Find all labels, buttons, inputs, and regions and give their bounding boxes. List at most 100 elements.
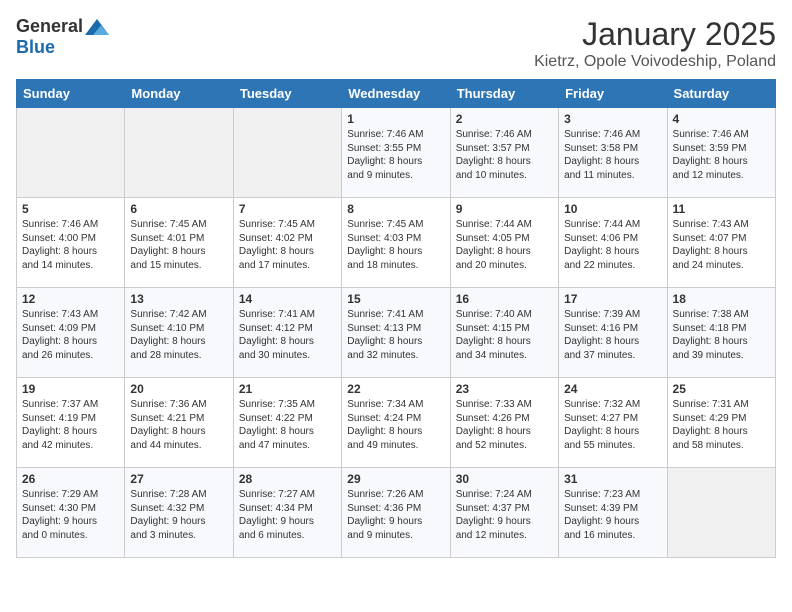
calendar-cell: 8Sunrise: 7:45 AM Sunset: 4:03 PM Daylig… [342,198,450,288]
calendar-cell: 18 Sunrise: 7:38 AM Sunset: 4:18 PM Dayli… [667,288,775,378]
day-number: 11 [673,202,770,216]
day-number: 24 [564,382,661,396]
day-number: 19 [22,382,119,396]
day-number: 21 [239,382,336,396]
location-title: Kietrz, Opole Voivodeship, Poland [534,53,776,71]
cell-content: Sunrise: 7:31 AM Sunset: 4:29 PM Dayligh… [673,398,770,452]
week-row-3: 12 Sunrise: 7:43 AM Sunset: 4:09 PM Dayli… [17,288,776,378]
cell-content: Sunrise: 7:32 AM Sunset: 4:27 PM Dayligh… [564,398,661,452]
day-number: 10 [564,202,661,216]
calendar-cell: 12 Sunrise: 7:43 AM Sunset: 4:09 PM Dayli… [17,288,125,378]
calendar-cell: 30Sunrise: 7:24 AM Sunset: 4:37 PM Dayli… [450,468,558,558]
calendar-cell: 24 Sunrise: 7:32 AM Sunset: 4:27 PM Dayli… [559,378,667,468]
calendar-cell: 29 Sunrise: 7:26 AM Sunset: 4:36 PM Dayli… [342,468,450,558]
cell-content: Sunrise: 7:36 AM Sunset: 4:21 PM Dayligh… [130,398,227,452]
calendar-cell [125,108,233,198]
calendar-cell [17,108,125,198]
cell-content: Sunrise: 7:43 AM Sunset: 4:07 PM Dayligh… [673,218,770,272]
logo-blue: Blue [16,37,55,58]
calendar-cell: 4Sunrise: 7:46 AM Sunset: 3:59 PM Daylig… [667,108,775,198]
day-number: 14 [239,292,336,306]
cell-content: Sunrise: 7:45 AM Sunset: 4:01 PM Dayligh… [130,218,227,272]
header-day-tuesday: Tuesday [233,80,341,108]
cell-content: Sunrise: 7:46 AM Sunset: 4:00 PM Dayligh… [22,218,119,272]
calendar-cell: 6 Sunrise: 7:45 AM Sunset: 4:01 PM Daylig… [125,198,233,288]
cell-content: Sunrise: 7:46 AM Sunset: 3:57 PM Dayligh… [456,128,553,182]
calendar-cell: 9 Sunrise: 7:44 AM Sunset: 4:05 PM Daylig… [450,198,558,288]
cell-content: Sunrise: 7:42 AM Sunset: 4:10 PM Dayligh… [130,308,227,362]
calendar-cell: 3 Sunrise: 7:46 AM Sunset: 3:58 PM Daylig… [559,108,667,198]
calendar-cell [233,108,341,198]
day-number: 16 [456,292,553,306]
cell-content: Sunrise: 7:46 AM Sunset: 3:59 PM Dayligh… [673,128,770,182]
cell-content: Sunrise: 7:46 AM Sunset: 3:55 PM Dayligh… [347,128,444,182]
calendar-cell: 22Sunrise: 7:34 AM Sunset: 4:24 PM Dayli… [342,378,450,468]
day-number: 12 [22,292,119,306]
cell-content: Sunrise: 7:45 AM Sunset: 4:03 PM Dayligh… [347,218,444,272]
calendar-cell: 7 Sunrise: 7:45 AM Sunset: 4:02 PM Daylig… [233,198,341,288]
calendar-cell: 16 Sunrise: 7:40 AM Sunset: 4:15 PM Dayli… [450,288,558,378]
header-day-thursday: Thursday [450,80,558,108]
calendar-cell: 25 Sunrise: 7:31 AM Sunset: 4:29 PM Dayli… [667,378,775,468]
day-number: 2 [456,112,553,126]
day-number: 30 [456,472,553,486]
cell-content: Sunrise: 7:33 AM Sunset: 4:26 PM Dayligh… [456,398,553,452]
day-number: 9 [456,202,553,216]
calendar-cell: 20 Sunrise: 7:36 AM Sunset: 4:21 PM Dayli… [125,378,233,468]
calendar-cell: 17Sunrise: 7:39 AM Sunset: 4:16 PM Dayli… [559,288,667,378]
calendar-cell: 11 Sunrise: 7:43 AM Sunset: 4:07 PM Dayli… [667,198,775,288]
day-number: 3 [564,112,661,126]
month-title: January 2025 [534,16,776,53]
header-day-sunday: Sunday [17,80,125,108]
calendar-cell: 26 Sunrise: 7:29 AM Sunset: 4:30 PM Dayli… [17,468,125,558]
day-number: 7 [239,202,336,216]
day-number: 29 [347,472,444,486]
logo-general: General [16,16,83,37]
cell-content: Sunrise: 7:46 AM Sunset: 3:58 PM Dayligh… [564,128,661,182]
page-header: General Blue January 2025 Kietrz, Opole … [16,16,776,71]
week-row-5: 26 Sunrise: 7:29 AM Sunset: 4:30 PM Dayli… [17,468,776,558]
cell-content: Sunrise: 7:38 AM Sunset: 4:18 PM Dayligh… [673,308,770,362]
day-number: 23 [456,382,553,396]
logo: General Blue [16,16,109,58]
cell-content: Sunrise: 7:41 AM Sunset: 4:12 PM Dayligh… [239,308,336,362]
calendar-cell: 23 Sunrise: 7:33 AM Sunset: 4:26 PM Dayli… [450,378,558,468]
cell-content: Sunrise: 7:44 AM Sunset: 4:05 PM Dayligh… [456,218,553,272]
cell-content: Sunrise: 7:35 AM Sunset: 4:22 PM Dayligh… [239,398,336,452]
calendar-cell: 19 Sunrise: 7:37 AM Sunset: 4:19 PM Dayli… [17,378,125,468]
calendar-cell: 13Sunrise: 7:42 AM Sunset: 4:10 PM Dayli… [125,288,233,378]
title-block: January 2025 Kietrz, Opole Voivodeship, … [534,16,776,71]
calendar-table: SundayMondayTuesdayWednesdayThursdayFrid… [16,79,776,558]
day-number: 5 [22,202,119,216]
cell-content: Sunrise: 7:26 AM Sunset: 4:36 PM Dayligh… [347,488,444,542]
header-row: SundayMondayTuesdayWednesdayThursdayFrid… [17,80,776,108]
cell-content: Sunrise: 7:41 AM Sunset: 4:13 PM Dayligh… [347,308,444,362]
day-number: 17 [564,292,661,306]
day-number: 20 [130,382,227,396]
cell-content: Sunrise: 7:43 AM Sunset: 4:09 PM Dayligh… [22,308,119,362]
week-row-1: 1Sunrise: 7:46 AM Sunset: 3:55 PM Daylig… [17,108,776,198]
cell-content: Sunrise: 7:40 AM Sunset: 4:15 PM Dayligh… [456,308,553,362]
day-number: 18 [673,292,770,306]
header-day-monday: Monday [125,80,233,108]
day-number: 25 [673,382,770,396]
header-day-wednesday: Wednesday [342,80,450,108]
cell-content: Sunrise: 7:34 AM Sunset: 4:24 PM Dayligh… [347,398,444,452]
week-row-4: 19 Sunrise: 7:37 AM Sunset: 4:19 PM Dayli… [17,378,776,468]
day-number: 15 [347,292,444,306]
cell-content: Sunrise: 7:27 AM Sunset: 4:34 PM Dayligh… [239,488,336,542]
day-number: 31 [564,472,661,486]
day-number: 26 [22,472,119,486]
header-day-saturday: Saturday [667,80,775,108]
week-row-2: 5 Sunrise: 7:46 AM Sunset: 4:00 PM Daylig… [17,198,776,288]
cell-content: Sunrise: 7:37 AM Sunset: 4:19 PM Dayligh… [22,398,119,452]
cell-content: Sunrise: 7:29 AM Sunset: 4:30 PM Dayligh… [22,488,119,542]
calendar-cell [667,468,775,558]
calendar-cell: 15 Sunrise: 7:41 AM Sunset: 4:13 PM Dayli… [342,288,450,378]
day-number: 6 [130,202,227,216]
logo-icon [85,19,109,35]
cell-content: Sunrise: 7:44 AM Sunset: 4:06 PM Dayligh… [564,218,661,272]
calendar-cell: 31Sunrise: 7:23 AM Sunset: 4:39 PM Dayli… [559,468,667,558]
calendar-cell: 21 Sunrise: 7:35 AM Sunset: 4:22 PM Dayli… [233,378,341,468]
cell-content: Sunrise: 7:45 AM Sunset: 4:02 PM Dayligh… [239,218,336,272]
